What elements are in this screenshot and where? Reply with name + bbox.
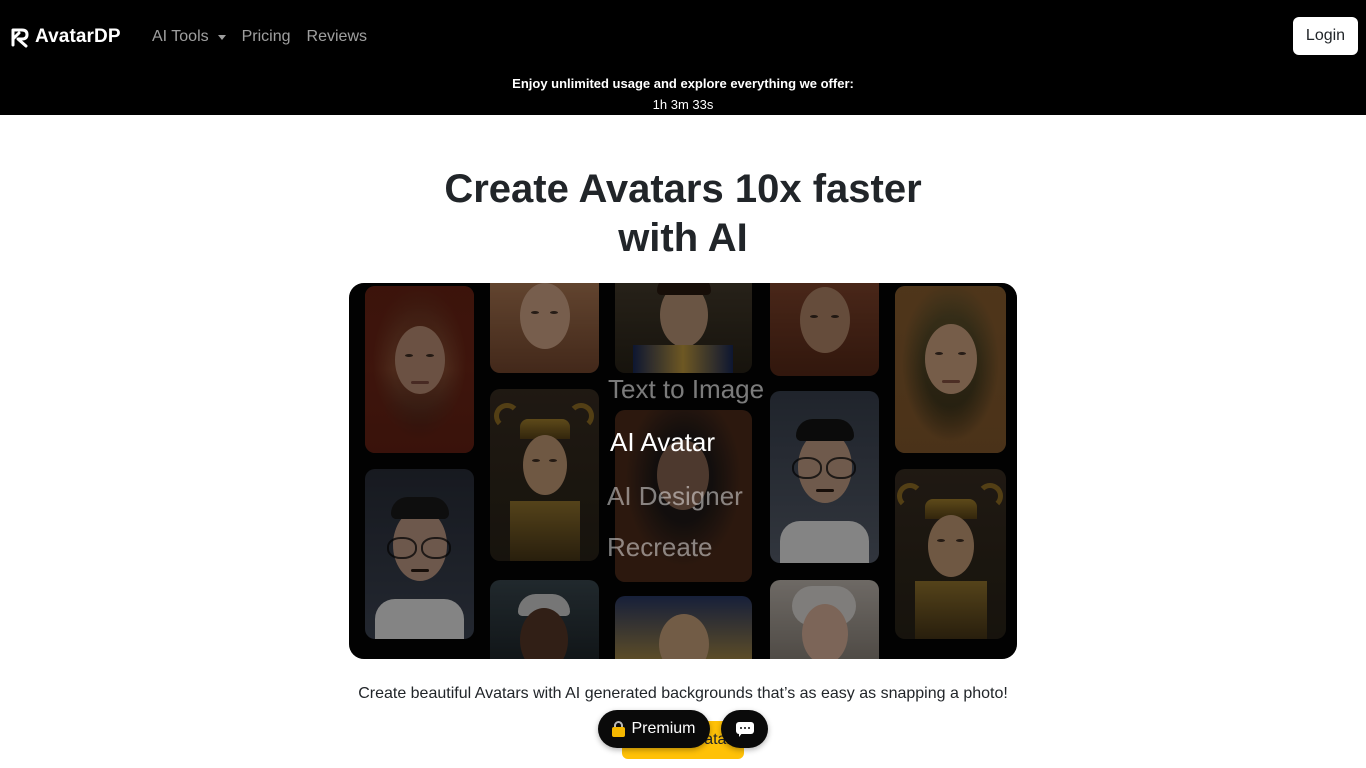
avatar-thumbnail	[365, 286, 474, 453]
nav-ai-tools-dropdown[interactable]: AI Tools	[152, 27, 226, 47]
nav-pricing-link[interactable]: Pricing	[242, 27, 291, 47]
brand-name: AvatarDP	[35, 26, 121, 47]
chat-icon	[735, 721, 754, 737]
brand-logo[interactable]: AvatarDP	[10, 25, 121, 49]
avatar-thumbnail	[490, 580, 599, 659]
avatar-thumbnail	[490, 283, 599, 373]
avatar-thumbnail	[770, 391, 879, 563]
promo-text: Enjoy unlimited usage and explore everyt…	[512, 76, 854, 91]
promo-countdown: 1h 3m 33s	[652, 97, 714, 112]
lock-icon	[612, 721, 626, 737]
mode-recreate[interactable]: Recreate	[607, 532, 713, 562]
premium-button[interactable]: Premium	[598, 710, 710, 748]
avatar-thumbnail	[895, 469, 1006, 639]
chat-button[interactable]	[721, 710, 768, 748]
avatar-thumbnail	[615, 283, 752, 373]
avatar-thumbnail	[895, 286, 1006, 453]
promo-banner: Enjoy unlimited usage and explore everyt…	[0, 76, 1366, 113]
mode-ai-designer[interactable]: AI Designer	[607, 481, 743, 511]
login-button[interactable]: Login	[1293, 17, 1358, 55]
nav-ai-tools-label: AI Tools	[152, 28, 209, 45]
nav-reviews-link[interactable]: Reviews	[307, 27, 367, 47]
hero-title: Create Avatars 10x faster with AI	[383, 165, 983, 263]
avatar-thumbnail	[490, 389, 599, 561]
avatar-showcase: Text to Image AI Avatar AI Designer Recr…	[349, 283, 1017, 659]
avatar-thumbnail	[365, 469, 474, 639]
premium-label: Premium	[631, 720, 696, 737]
caret-down-icon	[217, 34, 226, 40]
avatar-thumbnail	[770, 283, 879, 376]
main-nav: AI Tools Pricing Reviews	[152, 27, 367, 47]
mode-ai-avatar[interactable]: AI Avatar	[610, 427, 715, 457]
avatar-thumbnail	[770, 580, 879, 659]
hero-title-line1: Create Avatars 10x faster	[444, 167, 922, 211]
hero-tagline: Create beautiful Avatars with AI generat…	[358, 685, 1008, 702]
hero-title-line2: with AI	[618, 216, 748, 260]
top-navbar: AvatarDP AI Tools Pricing Reviews Login …	[0, 0, 1366, 115]
avatar-thumbnail	[615, 596, 752, 659]
mode-text-to-image[interactable]: Text to Image	[608, 374, 764, 404]
avatardp-logo-icon	[11, 28, 29, 48]
